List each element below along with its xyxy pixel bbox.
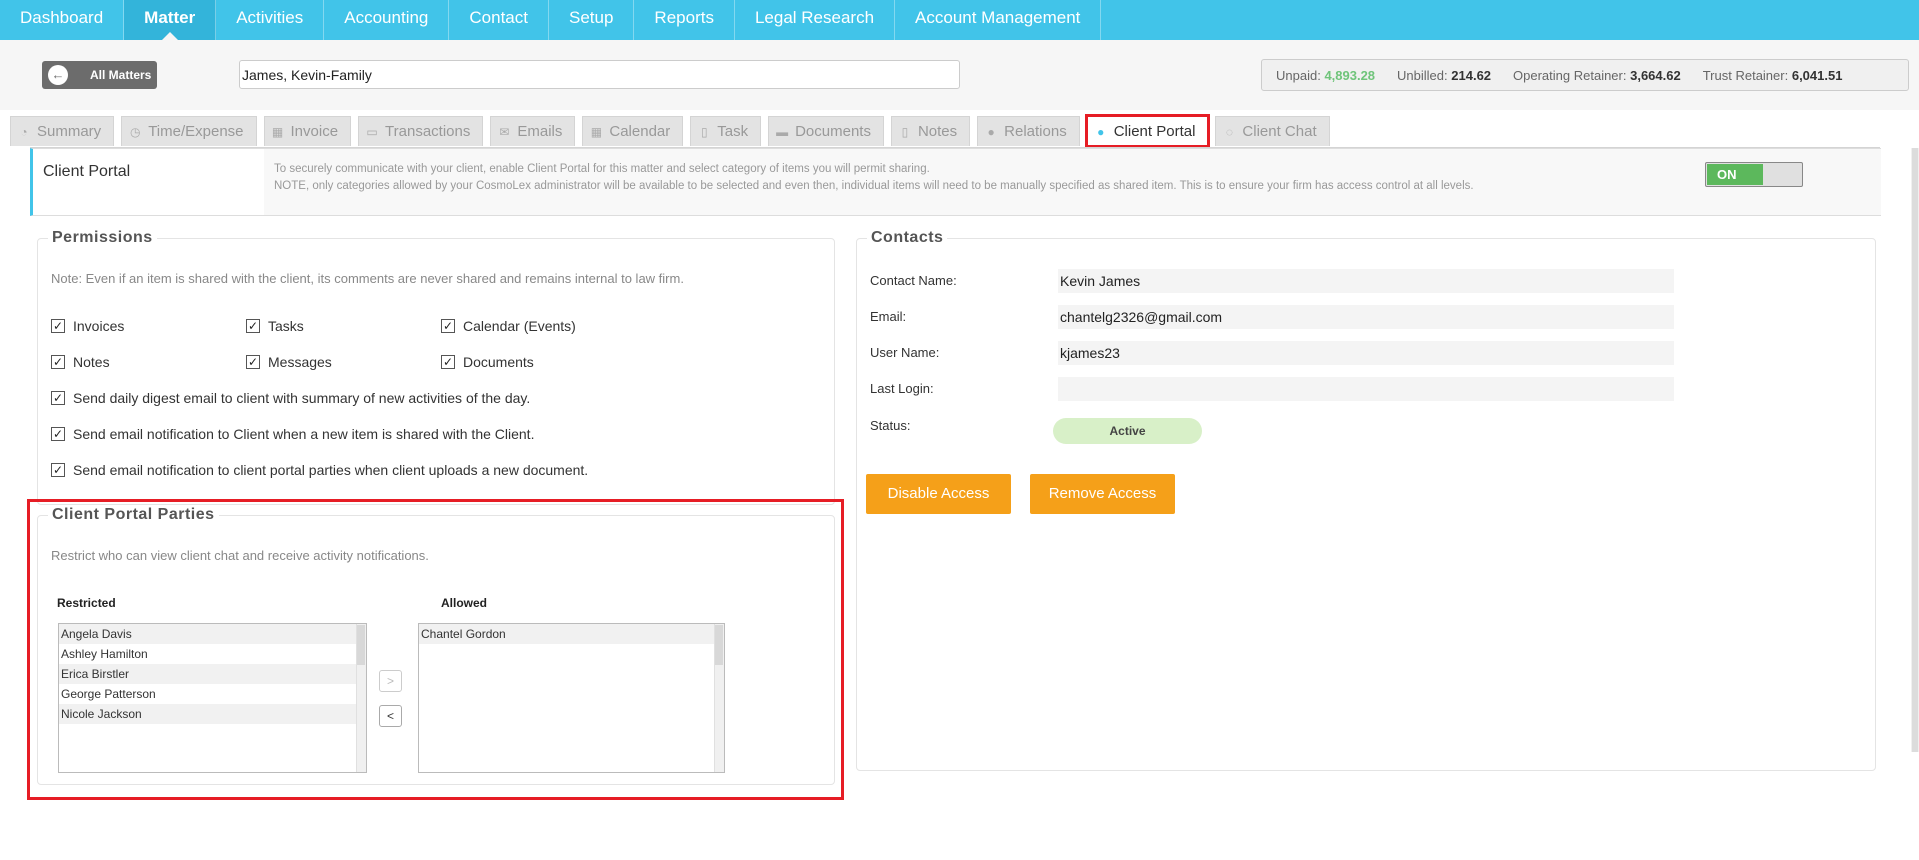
list-item[interactable]: Nicole Jackson bbox=[59, 704, 366, 724]
trust-retainer: Trust Retainer: 6,041.51 bbox=[1702, 67, 1843, 83]
dashboard-icon: ◔ bbox=[20, 124, 28, 139]
tab-notes[interactable]: ▯ Notes bbox=[890, 116, 971, 146]
nav-account-management[interactable]: Account Management bbox=[895, 0, 1102, 40]
envelope-icon: ✉ bbox=[499, 124, 510, 139]
client-portal-title: Client Portal bbox=[43, 163, 131, 180]
tab-calendar[interactable]: ▦ Calendar bbox=[582, 116, 684, 146]
tab-invoice[interactable]: ▦ Invoice bbox=[263, 116, 352, 146]
nav-contact[interactable]: Contact bbox=[449, 0, 549, 40]
client-portal-banner: Client Portal To securely communicate wi… bbox=[30, 148, 1881, 216]
matter-header: ← All Matters Unpaid: 4,893.28 Unbilled:… bbox=[0, 40, 1919, 110]
client-portal-description: To securely communicate with your client… bbox=[264, 149, 1881, 215]
email-label: Email: bbox=[870, 309, 907, 324]
list-item[interactable]: Ashley Hamilton bbox=[59, 644, 366, 664]
tasks-checkbox[interactable]: ✓ Tasks bbox=[246, 318, 304, 334]
allowed-listbox[interactable]: Chantel Gordon bbox=[418, 623, 725, 773]
client-portal-toggle[interactable]: ON bbox=[1705, 162, 1803, 187]
list-item[interactable]: Erica Birstler bbox=[59, 664, 366, 684]
status-label: Status: bbox=[870, 418, 911, 433]
notes-checkbox[interactable]: ✓ Notes bbox=[51, 354, 110, 370]
last-login-label: Last Login: bbox=[870, 381, 934, 396]
balances-summary: Unpaid: 4,893.28 Unbilled: 214.62 Operat… bbox=[1261, 59, 1909, 91]
description-line-1: To securely communicate with your client… bbox=[274, 163, 930, 175]
toggle-on-label: ON bbox=[1707, 164, 1763, 185]
all-matters-button[interactable]: ← All Matters bbox=[42, 61, 157, 89]
matter-tabs: ◔ Summary ◷ Time/Expense ▦ Invoice ▭ Transac… bbox=[0, 114, 1919, 148]
allowed-label: Allowed bbox=[441, 596, 488, 610]
matter-name-input[interactable] bbox=[239, 60, 960, 89]
page-scroll-thumb[interactable] bbox=[1912, 148, 1918, 752]
user-name-label: User Name: bbox=[870, 345, 940, 360]
list-item[interactable]: Angela Davis bbox=[59, 624, 366, 644]
nav-setup[interactable]: Setup bbox=[549, 0, 635, 40]
invoices-checkbox[interactable]: ✓ Invoices bbox=[51, 318, 124, 334]
nav-matter[interactable]: Matter bbox=[124, 0, 217, 40]
note-icon: ▯ bbox=[901, 124, 909, 139]
nav-reports[interactable]: Reports bbox=[634, 0, 735, 40]
permissions-note: Note: Even if an item is shared with the… bbox=[51, 271, 684, 286]
list-item[interactable]: Chantel Gordon bbox=[419, 624, 724, 644]
calculator-icon: ▦ bbox=[271, 124, 284, 139]
allowed-scroll-thumb[interactable] bbox=[715, 625, 723, 665]
upload-notification-checkbox[interactable]: ✓ Send email notification to client porta… bbox=[51, 462, 588, 478]
contact-name-value: Kevin James bbox=[1058, 269, 1674, 293]
arrow-left-icon: ← bbox=[48, 65, 68, 85]
parties-note: Restrict who can view client chat and re… bbox=[51, 548, 429, 563]
nav-accounting[interactable]: Accounting bbox=[324, 0, 450, 40]
daily-digest-checkbox[interactable]: ✓ Send daily digest email to client with … bbox=[51, 390, 530, 406]
file-icon: ▯ bbox=[700, 124, 708, 139]
chat-icon: ◌ bbox=[1225, 124, 1233, 139]
nav-legal-research[interactable]: Legal Research bbox=[735, 0, 896, 40]
credit-card-icon: ▭ bbox=[366, 124, 378, 139]
operating-retainer: Operating Retainer: 3,664.62 bbox=[1513, 67, 1681, 83]
last-login-value bbox=[1058, 377, 1674, 401]
restricted-scrollbar[interactable] bbox=[356, 624, 366, 772]
tab-summary[interactable]: ◔ Summary bbox=[10, 116, 115, 146]
description-line-2: NOTE, only categories allowed by your Co… bbox=[274, 180, 1474, 192]
restricted-scroll-thumb[interactable] bbox=[357, 625, 365, 665]
restricted-listbox[interactable]: Angela Davis Ashley Hamilton Erica Birst… bbox=[58, 623, 367, 773]
nav-dashboard[interactable]: Dashboard bbox=[0, 0, 125, 40]
nav-activities[interactable]: Activities bbox=[216, 0, 325, 40]
move-right-button[interactable]: > bbox=[379, 670, 402, 692]
status-badge: Active bbox=[1053, 418, 1202, 444]
tab-time-expense[interactable]: ◷ Time/Expense bbox=[121, 116, 257, 146]
page-scrollbar[interactable] bbox=[1911, 148, 1919, 752]
remove-access-button[interactable]: Remove Access bbox=[1030, 474, 1175, 514]
calendar-icon: ▦ bbox=[590, 124, 603, 139]
allowed-scrollbar[interactable] bbox=[714, 624, 724, 772]
folder-icon: ▬ bbox=[776, 124, 789, 139]
tab-transactions[interactable]: ▭ Transactions bbox=[358, 116, 484, 146]
clock-icon: ◷ bbox=[129, 124, 141, 139]
shared-item-notification-checkbox[interactable]: ✓ Send email notification to Client when … bbox=[51, 426, 534, 442]
tab-client-chat[interactable]: ◌ Client Chat bbox=[1215, 116, 1330, 146]
all-matters-label: All Matters bbox=[90, 68, 152, 82]
users-icon: ● bbox=[987, 124, 995, 139]
user-name-value: kjames23 bbox=[1058, 341, 1674, 365]
messages-checkbox[interactable]: ✓ Messages bbox=[246, 354, 332, 370]
permissions-legend: Permissions bbox=[48, 229, 157, 247]
tab-client-portal[interactable]: ● Client Portal bbox=[1084, 114, 1211, 148]
restricted-label: Restricted bbox=[57, 596, 116, 610]
tab-documents[interactable]: ▬ Documents bbox=[768, 116, 884, 146]
client-portal-icon: ● bbox=[1097, 124, 1105, 139]
tab-task[interactable]: ▯ Task bbox=[690, 116, 762, 146]
email-value: chantelg2326@gmail.com bbox=[1058, 305, 1674, 329]
tab-emails[interactable]: ✉ Emails bbox=[490, 116, 576, 146]
contact-name-label: Contact Name: bbox=[870, 273, 957, 288]
move-left-button[interactable]: < bbox=[379, 705, 402, 727]
unbilled-balance: Unbilled: 214.62 bbox=[1397, 67, 1492, 83]
contacts-legend: Contacts bbox=[867, 229, 948, 247]
tab-relations[interactable]: ● Relations bbox=[977, 116, 1080, 146]
list-item[interactable]: George Patterson bbox=[59, 684, 366, 704]
disable-access-button[interactable]: Disable Access bbox=[866, 474, 1011, 514]
top-nav: Dashboard Matter Activities Accounting C… bbox=[0, 0, 1919, 40]
unpaid-balance: Unpaid: 4,893.28 bbox=[1276, 67, 1376, 83]
documents-checkbox[interactable]: ✓ Documents bbox=[441, 354, 534, 370]
calendar-events-checkbox[interactable]: ✓ Calendar (Events) bbox=[441, 318, 576, 334]
